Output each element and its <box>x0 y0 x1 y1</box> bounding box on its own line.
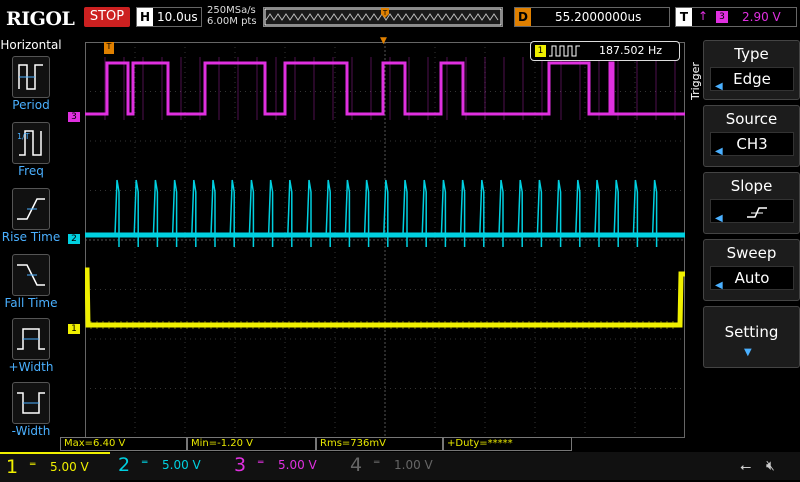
measure-negative-width-button[interactable] <box>12 382 50 424</box>
svg-text:1/T: 1/T <box>17 132 30 141</box>
top-status-bar: RIGOL STOP H 10.0us 250MSa/s 6.00M pts T… <box>0 0 800 36</box>
dc-coupling-icon: ═ <box>374 458 380 468</box>
measure-rise-time-button[interactable] <box>12 188 50 230</box>
horizontal-timebase-box[interactable]: H 10.0us <box>136 7 202 27</box>
channel-4-scale: 1.00 V <box>394 458 433 472</box>
overview-waveform-icon: T <box>264 8 502 26</box>
trigger-type-title: Type <box>734 45 769 63</box>
fall-time-icon <box>17 264 45 286</box>
square-wave-icon <box>549 45 580 57</box>
trigger-type-menu[interactable]: Type ◀ Edge <box>703 40 800 100</box>
measure-period-button[interactable] <box>12 56 50 98</box>
dc-coupling-icon: ═ <box>30 460 36 470</box>
measure-fall-time-label: Fall Time <box>4 296 58 310</box>
trigger-source-menu[interactable]: Source ◀ CH3 <box>703 105 800 167</box>
trigger-type-value: ◀ Edge <box>710 67 794 92</box>
trigger-source-title: Source <box>725 110 778 128</box>
delay-label: D <box>515 8 531 26</box>
trigger-edge-icon: ↑ <box>698 9 709 23</box>
measure-panel-title: Horizontal <box>0 38 62 52</box>
timebase-value: 10.0us <box>157 10 198 24</box>
measurement-bar: Max=6.40 V Min=-1.20 V Rms=736mV +Duty=*… <box>60 437 703 451</box>
trigger-slope-value: ◀ <box>710 199 794 224</box>
channel-1-scale: 5.00 V <box>50 460 89 474</box>
trigger-setting-menu[interactable]: Setting ▼ <box>703 306 800 368</box>
trigger-setting-title: Setting <box>724 323 779 341</box>
trigger-sweep-menu[interactable]: Sweep ◀ Auto <box>703 239 800 301</box>
rising-edge-icon <box>747 206 767 218</box>
measure-frequency-label: Freq <box>18 164 44 178</box>
period-icon <box>18 64 43 90</box>
positive-width-icon <box>17 328 45 350</box>
submenu-down-arrow-icon: ▼ <box>744 347 752 358</box>
channel-3-tab[interactable]: 3 ═ 5.00 V <box>228 452 340 480</box>
trigger-center-arrow-icon: ▼ <box>380 36 387 46</box>
channel-1-tab[interactable]: 1 ═ 5.00 V <box>0 452 110 482</box>
ch2-offset-marker[interactable]: 2 <box>68 234 80 244</box>
frequency-icon: 1/T <box>17 130 42 156</box>
ch3-offset-marker[interactable]: 3 <box>68 112 80 122</box>
channel-2-number: 2 <box>118 454 131 476</box>
left-arrow-icon: ◀ <box>715 146 723 157</box>
mute-speaker-icon[interactable]: 🔇︎ <box>766 458 775 474</box>
measure-negative-width-label: -Width <box>11 424 51 438</box>
trigger-status-box[interactable]: T ↑ 3 2.90 V <box>675 7 797 27</box>
trigger-sweep-title: Sweep <box>726 244 777 262</box>
negative-width-icon <box>17 392 45 414</box>
trigger-slope-menu[interactable]: Slope ◀ <box>703 172 800 234</box>
measure-positive-width-label: +Width <box>8 360 54 374</box>
delay-box[interactable]: D 55.2000000us <box>514 7 670 27</box>
trigger-sweep-value: ◀ Auto <box>710 266 794 291</box>
trigger-menu: Type ◀ Edge Source ◀ CH3 Slope ◀ Sweep ◀… <box>703 36 800 450</box>
ch1-offset-marker[interactable]: 1 <box>68 324 80 334</box>
channel-3-scale: 5.00 V <box>278 458 317 472</box>
measurement-duty[interactable]: +Duty=***** <box>443 437 572 451</box>
trigger-source-value: ◀ CH3 <box>710 132 794 157</box>
trigger-source-badge: 3 <box>716 11 728 23</box>
left-arrow-icon: ◀ <box>715 280 723 291</box>
dc-coupling-icon: ═ <box>258 458 264 468</box>
rigol-logo: RIGOL <box>6 8 75 30</box>
left-arrow-icon: ◀ <box>715 81 723 92</box>
channel-4-tab[interactable]: 4 ═ 1.00 V <box>344 452 456 480</box>
waveform-overview: T <box>263 7 503 27</box>
dc-coupling-icon: ═ <box>142 458 148 468</box>
rise-time-icon <box>17 198 45 220</box>
frequency-counter: 1 187.502 Hz <box>530 41 680 61</box>
counter-frequency-value: 187.502 Hz <box>599 44 663 57</box>
measure-rise-time-label: Rise Time <box>1 230 61 244</box>
sample-rate: 250MSa/s <box>207 5 256 16</box>
trigger-slope-title: Slope <box>730 177 773 195</box>
horizontal-label: H <box>137 8 153 26</box>
memory-depth: 6.00M pts <box>207 16 257 27</box>
trigger-position-marker[interactable]: T <box>104 42 114 54</box>
measurement-min[interactable]: Min=-1.20 V <box>187 437 316 451</box>
trigger-menu-label: Trigger <box>689 62 702 100</box>
trigger-level: 2.90 V <box>742 10 781 24</box>
waveform-display[interactable] <box>84 42 685 438</box>
measure-positive-width-button[interactable] <box>12 318 50 360</box>
counter-channel-badge: 1 <box>535 45 546 57</box>
measurement-rms[interactable]: Rms=736mV <box>316 437 443 451</box>
run-stop-indicator[interactable]: STOP <box>84 7 130 27</box>
channel-2-tab[interactable]: 2 ═ 5.00 V <box>112 452 224 480</box>
channel-1-number: 1 <box>6 456 19 478</box>
svg-text:T: T <box>382 9 388 17</box>
channel-4-number: 4 <box>350 454 363 476</box>
trigger-label: T <box>676 8 692 26</box>
measurement-max[interactable]: Max=6.40 V <box>60 437 187 451</box>
usb-icon: ⭠ <box>740 459 752 475</box>
measure-fall-time-button[interactable] <box>12 254 50 296</box>
measure-frequency-button[interactable]: 1/T <box>12 122 50 164</box>
channel-status-bar: 1 ═ 5.00 V 2 ═ 5.00 V 3 ═ 5.00 V 4 ═ 1.0… <box>0 452 800 482</box>
left-arrow-icon: ◀ <box>715 213 723 224</box>
waveform-canvas <box>84 42 685 438</box>
channel-2-scale: 5.00 V <box>162 458 201 472</box>
channel-3-number: 3 <box>234 454 247 476</box>
delay-value: 55.2000000us <box>555 10 642 24</box>
measure-period-label: Period <box>12 98 50 112</box>
